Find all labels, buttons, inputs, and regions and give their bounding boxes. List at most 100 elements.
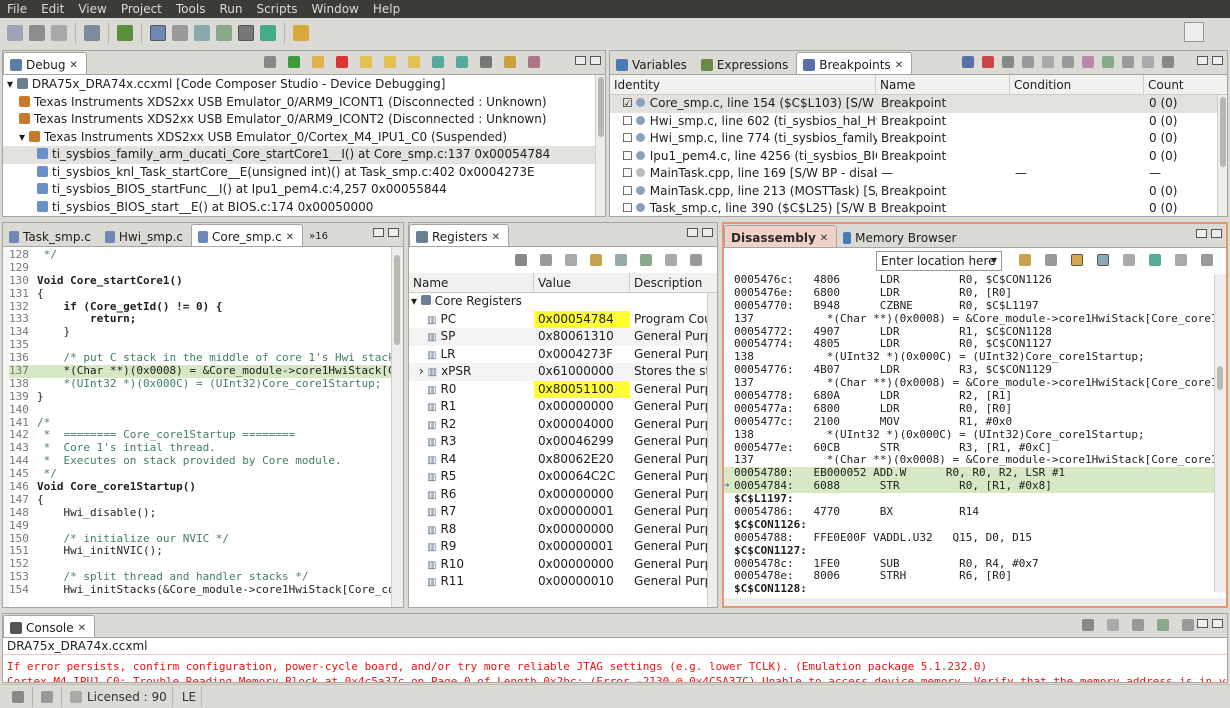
tab-hwi-smp-c[interactable]: Hwi_smp.c <box>99 224 191 246</box>
new-breakpoint-icon[interactable] <box>1102 56 1114 68</box>
group-icon[interactable] <box>528 56 540 68</box>
register-row[interactable]: ▥R60x00000000General Purpc <box>409 486 717 504</box>
breakpoint-row[interactable]: ☐ Hwi_smp.c, line 602 (ti_sysbios_hal_Hwi… <box>610 113 1227 131</box>
reset-icon[interactable] <box>480 56 492 68</box>
breakpoint-row[interactable]: ☑ Core_smp.c, line 154 ($C$L103) [S/W BP]… <box>610 95 1227 113</box>
layout-icon[interactable] <box>1162 56 1174 68</box>
save-icon[interactable] <box>29 25 45 41</box>
menu-help[interactable]: Help <box>366 2 407 16</box>
open-console-icon[interactable] <box>1182 619 1194 631</box>
menu-tools[interactable]: Tools <box>169 2 213 16</box>
minimize-icon[interactable] <box>687 228 698 237</box>
chevron-right-icon[interactable]: › <box>419 364 428 378</box>
register-value[interactable]: 0x00054784 <box>534 310 630 328</box>
column-name[interactable]: Name <box>876 74 1010 95</box>
minimize-icon[interactable] <box>373 228 384 237</box>
perspective-dropdown[interactable] <box>1184 22 1204 42</box>
build-icon[interactable] <box>117 25 133 41</box>
register-row[interactable]: ▥SP0x80061310General Purpc <box>409 328 717 346</box>
close-icon[interactable]: ✕ <box>895 60 903 71</box>
pin-console-icon[interactable] <box>1132 619 1144 631</box>
refresh-icon[interactable] <box>216 25 232 41</box>
debug-tree-item[interactable]: ▾ Texas Instruments XDS2xx USB Emulator_… <box>3 129 605 147</box>
register-value[interactable]: 0x00004000 <box>534 416 630 434</box>
suspend-icon[interactable] <box>264 56 276 68</box>
format-icon[interactable] <box>590 254 602 266</box>
tab--16[interactable]: »16 <box>303 224 336 246</box>
refresh-registers-icon[interactable] <box>615 254 627 266</box>
debug-tree-item[interactable]: Texas Instruments XDS2xx USB Emulator_0/… <box>3 94 605 112</box>
register-value[interactable]: 0x00000000 <box>534 486 630 504</box>
tab-expressions[interactable]: Expressions <box>695 52 796 74</box>
menu-scripts[interactable]: Scripts <box>249 2 304 16</box>
register-value[interactable]: 0x61000000 <box>534 363 630 381</box>
skip-all-icon[interactable] <box>1022 56 1034 68</box>
maximize-icon[interactable] <box>590 56 601 65</box>
chevron-down-icon[interactable]: ▾ <box>19 130 29 144</box>
register-value[interactable]: 0x00000010 <box>534 573 630 591</box>
link-editor-icon[interactable] <box>1082 56 1094 68</box>
remove-icon[interactable] <box>962 56 974 68</box>
menu-view[interactable]: View <box>71 2 113 16</box>
chevron-down-icon[interactable]: ▾ <box>7 77 17 91</box>
wrench-icon[interactable] <box>172 25 188 41</box>
register-value[interactable]: 0x00000001 <box>534 538 630 556</box>
maximize-icon[interactable] <box>702 228 713 237</box>
go-to-file-icon[interactable] <box>1002 56 1014 68</box>
resume-icon[interactable] <box>288 56 300 68</box>
search-icon[interactable] <box>293 25 309 41</box>
debug-tree-item[interactable]: ▾ DRA75x_DRA74x.ccxml [Code Composer Stu… <box>3 76 605 94</box>
register-row[interactable]: ▥R50x00064C2CGeneral Purpc <box>409 468 717 486</box>
view-menu-icon[interactable] <box>690 254 702 266</box>
column-reg-name[interactable]: Name <box>409 272 534 293</box>
register-value[interactable]: 0x00000000 <box>534 521 630 539</box>
register-row[interactable]: ▥R80x00000000General Purpc <box>409 521 717 539</box>
breakpoint-checkbox[interactable]: ☐ <box>622 166 633 180</box>
maximize-icon[interactable] <box>1212 619 1223 628</box>
register-row[interactable]: ▥LR0x0004273FGeneral Purpc <box>409 345 717 364</box>
register-row[interactable]: ▥ PC 0x00054784 Program Cour <box>409 310 717 328</box>
license-icon[interactable] <box>41 690 53 703</box>
register-value[interactable]: 0x0004273F <box>534 346 630 364</box>
register-row[interactable]: ▥R10x00000000General Purpc <box>409 398 717 416</box>
close-icon[interactable]: ✕ <box>286 232 294 243</box>
restart-icon[interactable] <box>504 56 516 68</box>
new-icon[interactable] <box>7 25 23 41</box>
link-icon[interactable] <box>1071 254 1083 266</box>
step-into-icon[interactable] <box>360 56 372 68</box>
expand-all-icon[interactable] <box>1042 56 1054 68</box>
column-count[interactable]: Count <box>1144 75 1214 95</box>
menu-run[interactable]: Run <box>212 2 249 16</box>
pin-icon[interactable] <box>665 254 677 266</box>
close-icon[interactable]: ✕ <box>820 233 828 244</box>
view-menu-icon[interactable] <box>1122 56 1134 68</box>
collapse-icon[interactable] <box>540 254 552 266</box>
step-return-icon[interactable] <box>408 56 420 68</box>
debug-tree-item[interactable]: ti_sysbios_knl_Task_startCore__E(unsigne… <box>3 164 605 182</box>
print-icon[interactable] <box>84 25 100 41</box>
breakpoint-checkbox[interactable]: ☐ <box>622 114 633 128</box>
tab-task-smp-c[interactable]: Task_smp.c <box>3 224 99 246</box>
close-icon[interactable]: ✕ <box>69 60 77 71</box>
maximize-icon[interactable] <box>1211 229 1222 238</box>
register-row[interactable]: ▥R00x80051100General Purpc <box>409 380 717 398</box>
disassembly-listing[interactable]: 0005476c: 4806 LDR R0, $C$CON1126 0005476… <box>724 274 1226 596</box>
breakpoint-checkbox[interactable]: ☑ <box>622 96 633 110</box>
terminate-icon[interactable] <box>336 56 348 68</box>
go-icon[interactable] <box>1019 254 1031 266</box>
register-row[interactable]: ▥R70x00000001General Purpc <box>409 503 717 521</box>
breakpoint-row[interactable]: ☐ MainTask.cpp, line 169 [S/W BP - disabl… <box>610 165 1227 183</box>
debug-tree-item[interactable]: ti_sysbios_family_arm_ducati_Core_startC… <box>3 146 605 164</box>
step-icon[interactable] <box>1149 254 1161 266</box>
export-icon[interactable] <box>640 254 652 266</box>
step-over-icon[interactable] <box>384 56 396 68</box>
breakpoint-row[interactable]: ☐ MainTask.cpp, line 213 (MOSTTask) [S/W … <box>610 183 1227 201</box>
tab-debug[interactable]: Debug ✕ <box>3 52 87 74</box>
register-row[interactable]: ▥R40x80062E20General Purpc <box>409 451 717 469</box>
tab-breakpoints[interactable]: Breakpoints ✕ <box>796 52 913 74</box>
connect-icon[interactable] <box>194 25 210 41</box>
register-value[interactable]: 0x00064C2C <box>534 468 630 486</box>
register-value[interactable]: 0x00046299 <box>534 433 630 451</box>
column-condition[interactable]: Condition <box>1010 74 1144 95</box>
debug-view-icon[interactable] <box>150 25 166 41</box>
